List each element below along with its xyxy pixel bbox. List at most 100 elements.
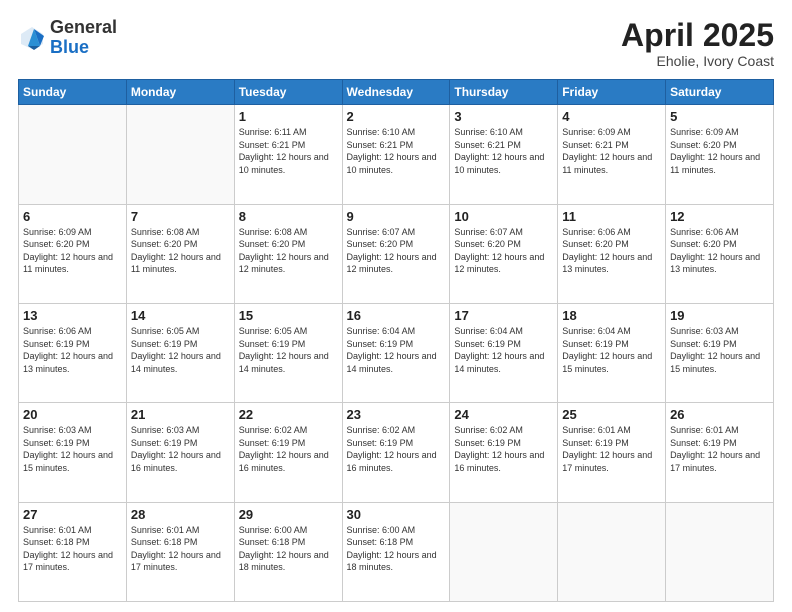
- calendar-cell: 15 Sunrise: 6:05 AM Sunset: 6:19 PM Dayli…: [234, 303, 342, 402]
- calendar-cell: [19, 105, 127, 204]
- calendar-cell: 6 Sunrise: 6:09 AM Sunset: 6:20 PM Daylig…: [19, 204, 127, 303]
- calendar-cell: 27 Sunrise: 6:01 AM Sunset: 6:18 PM Dayli…: [19, 502, 127, 601]
- day-number: 20: [23, 407, 122, 422]
- day-detail: Sunrise: 6:05 AM Sunset: 6:19 PM Dayligh…: [239, 325, 338, 375]
- day-number: 26: [670, 407, 769, 422]
- calendar-week-row: 13Sunrise: 6:06 AM Sunset: 6:19 PM Dayli…: [19, 303, 774, 402]
- calendar-cell: 20 Sunrise: 6:03 AM Sunset: 6:19 PM Dayli…: [19, 403, 127, 502]
- day-detail: Sunrise: 6:10 AM Sunset: 6:21 PM Dayligh…: [454, 126, 553, 176]
- page: General Blue April 2025 Eholie, Ivory Co…: [0, 0, 792, 612]
- day-number: 29: [239, 507, 338, 522]
- day-detail: Sunrise: 6:01 AM Sunset: 6:19 PM Dayligh…: [562, 424, 661, 474]
- day-detail: Sunrise: 6:03 AM Sunset: 6:19 PM Dayligh…: [670, 325, 769, 375]
- day-number: 22: [239, 407, 338, 422]
- calendar-cell: 17 Sunrise: 6:04 AM Sunset: 6:19 PM Dayli…: [450, 303, 558, 402]
- calendar-cell: 8 Sunrise: 6:08 AM Sunset: 6:20 PM Daylig…: [234, 204, 342, 303]
- calendar-cell: [450, 502, 558, 601]
- day-number: 2: [347, 109, 446, 124]
- col-friday: Friday: [558, 80, 666, 105]
- calendar-cell: 29 Sunrise: 6:00 AM Sunset: 6:18 PM Dayli…: [234, 502, 342, 601]
- col-wednesday: Wednesday: [342, 80, 450, 105]
- day-detail: Sunrise: 6:04 AM Sunset: 6:19 PM Dayligh…: [347, 325, 446, 375]
- day-detail: Sunrise: 6:06 AM Sunset: 6:20 PM Dayligh…: [670, 226, 769, 276]
- title-location: Eholie, Ivory Coast: [621, 53, 774, 69]
- calendar-cell: [666, 502, 774, 601]
- calendar-cell: 13Sunrise: 6:06 AM Sunset: 6:19 PM Dayli…: [19, 303, 127, 402]
- title-block: April 2025 Eholie, Ivory Coast: [621, 18, 774, 69]
- day-number: 16: [347, 308, 446, 323]
- day-number: 6: [23, 209, 122, 224]
- calendar-week-row: 6 Sunrise: 6:09 AM Sunset: 6:20 PM Daylig…: [19, 204, 774, 303]
- calendar-cell: 21 Sunrise: 6:03 AM Sunset: 6:19 PM Dayli…: [126, 403, 234, 502]
- calendar-cell: 22 Sunrise: 6:02 AM Sunset: 6:19 PM Dayli…: [234, 403, 342, 502]
- day-detail: Sunrise: 6:08 AM Sunset: 6:20 PM Dayligh…: [131, 226, 230, 276]
- day-number: 17: [454, 308, 553, 323]
- day-detail: Sunrise: 6:01 AM Sunset: 6:18 PM Dayligh…: [131, 524, 230, 574]
- day-number: 30: [347, 507, 446, 522]
- calendar-cell: 4 Sunrise: 6:09 AM Sunset: 6:21 PM Daylig…: [558, 105, 666, 204]
- logo-text: General Blue: [50, 18, 117, 58]
- calendar-cell: 23 Sunrise: 6:02 AM Sunset: 6:19 PM Dayli…: [342, 403, 450, 502]
- day-number: 14: [131, 308, 230, 323]
- day-detail: Sunrise: 6:03 AM Sunset: 6:19 PM Dayligh…: [23, 424, 122, 474]
- day-detail: Sunrise: 6:06 AM Sunset: 6:20 PM Dayligh…: [562, 226, 661, 276]
- col-tuesday: Tuesday: [234, 80, 342, 105]
- col-thursday: Thursday: [450, 80, 558, 105]
- day-number: 10: [454, 209, 553, 224]
- calendar-week-row: 1 Sunrise: 6:11 AM Sunset: 6:21 PM Daylig…: [19, 105, 774, 204]
- calendar-cell: 10Sunrise: 6:07 AM Sunset: 6:20 PM Dayli…: [450, 204, 558, 303]
- day-number: 5: [670, 109, 769, 124]
- col-sunday: Sunday: [19, 80, 127, 105]
- day-number: 23: [347, 407, 446, 422]
- day-detail: Sunrise: 6:07 AM Sunset: 6:20 PM Dayligh…: [347, 226, 446, 276]
- day-detail: Sunrise: 6:10 AM Sunset: 6:21 PM Dayligh…: [347, 126, 446, 176]
- day-number: 1: [239, 109, 338, 124]
- day-number: 28: [131, 507, 230, 522]
- calendar-cell: 9 Sunrise: 6:07 AM Sunset: 6:20 PM Daylig…: [342, 204, 450, 303]
- day-detail: Sunrise: 6:01 AM Sunset: 6:18 PM Dayligh…: [23, 524, 122, 574]
- calendar-cell: 1 Sunrise: 6:11 AM Sunset: 6:21 PM Daylig…: [234, 105, 342, 204]
- calendar-week-row: 27 Sunrise: 6:01 AM Sunset: 6:18 PM Dayli…: [19, 502, 774, 601]
- day-detail: Sunrise: 6:08 AM Sunset: 6:20 PM Dayligh…: [239, 226, 338, 276]
- day-detail: Sunrise: 6:04 AM Sunset: 6:19 PM Dayligh…: [454, 325, 553, 375]
- calendar-cell: 7 Sunrise: 6:08 AM Sunset: 6:20 PM Daylig…: [126, 204, 234, 303]
- day-detail: Sunrise: 6:09 AM Sunset: 6:21 PM Dayligh…: [562, 126, 661, 176]
- day-detail: Sunrise: 6:03 AM Sunset: 6:19 PM Dayligh…: [131, 424, 230, 474]
- day-detail: Sunrise: 6:11 AM Sunset: 6:21 PM Dayligh…: [239, 126, 338, 176]
- calendar-cell: 14Sunrise: 6:05 AM Sunset: 6:19 PM Dayli…: [126, 303, 234, 402]
- day-number: 11: [562, 209, 661, 224]
- day-number: 4: [562, 109, 661, 124]
- calendar-cell: [126, 105, 234, 204]
- calendar-cell: [558, 502, 666, 601]
- day-number: 8: [239, 209, 338, 224]
- day-number: 27: [23, 507, 122, 522]
- logo: General Blue: [18, 18, 117, 58]
- day-detail: Sunrise: 6:02 AM Sunset: 6:19 PM Dayligh…: [239, 424, 338, 474]
- day-number: 21: [131, 407, 230, 422]
- calendar-header-row: Sunday Monday Tuesday Wednesday Thursday…: [19, 80, 774, 105]
- day-detail: Sunrise: 6:02 AM Sunset: 6:19 PM Dayligh…: [347, 424, 446, 474]
- calendar-cell: 25Sunrise: 6:01 AM Sunset: 6:19 PM Dayli…: [558, 403, 666, 502]
- day-number: 9: [347, 209, 446, 224]
- day-detail: Sunrise: 6:09 AM Sunset: 6:20 PM Dayligh…: [23, 226, 122, 276]
- title-month: April 2025: [621, 18, 774, 53]
- calendar-cell: 12 Sunrise: 6:06 AM Sunset: 6:20 PM Dayli…: [666, 204, 774, 303]
- calendar-cell: 16 Sunrise: 6:04 AM Sunset: 6:19 PM Dayli…: [342, 303, 450, 402]
- day-detail: Sunrise: 6:02 AM Sunset: 6:19 PM Dayligh…: [454, 424, 553, 474]
- day-detail: Sunrise: 6:00 AM Sunset: 6:18 PM Dayligh…: [239, 524, 338, 574]
- day-number: 12: [670, 209, 769, 224]
- calendar-cell: 5 Sunrise: 6:09 AM Sunset: 6:20 PM Daylig…: [666, 105, 774, 204]
- calendar-cell: 26Sunrise: 6:01 AM Sunset: 6:19 PM Dayli…: [666, 403, 774, 502]
- calendar-cell: 30Sunrise: 6:00 AM Sunset: 6:18 PM Dayli…: [342, 502, 450, 601]
- day-number: 18: [562, 308, 661, 323]
- calendar-cell: 28 Sunrise: 6:01 AM Sunset: 6:18 PM Dayli…: [126, 502, 234, 601]
- logo-icon: [18, 24, 46, 52]
- day-number: 7: [131, 209, 230, 224]
- day-detail: Sunrise: 6:06 AM Sunset: 6:19 PM Dayligh…: [23, 325, 122, 375]
- calendar-cell: 2 Sunrise: 6:10 AM Sunset: 6:21 PM Daylig…: [342, 105, 450, 204]
- calendar-cell: 19Sunrise: 6:03 AM Sunset: 6:19 PM Dayli…: [666, 303, 774, 402]
- col-monday: Monday: [126, 80, 234, 105]
- day-number: 15: [239, 308, 338, 323]
- logo-blue-text: Blue: [50, 37, 89, 57]
- day-detail: Sunrise: 6:09 AM Sunset: 6:20 PM Dayligh…: [670, 126, 769, 176]
